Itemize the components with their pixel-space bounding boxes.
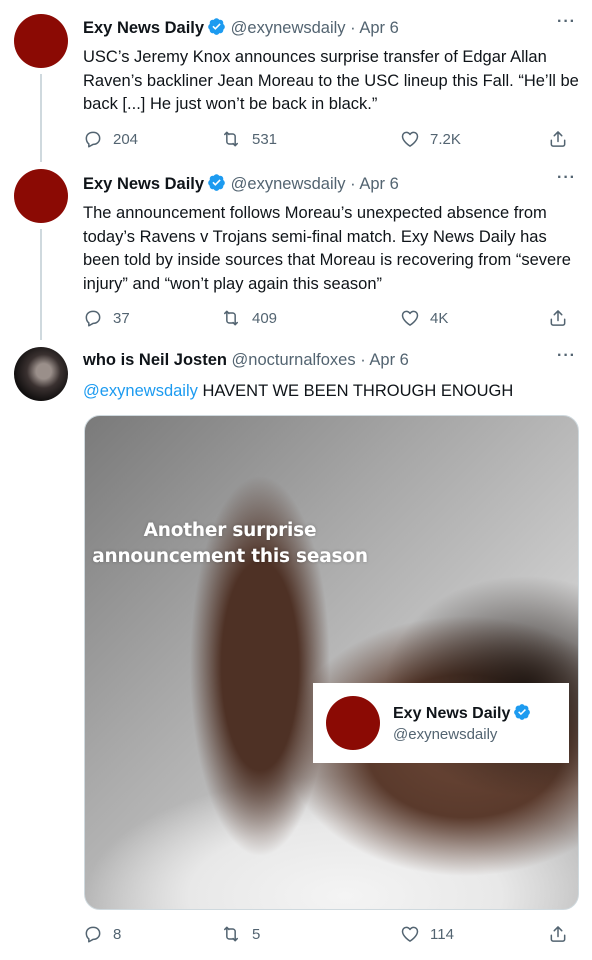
author-name[interactable]: Exy News Daily xyxy=(83,175,204,193)
meme-caption: Another surprise announcement this seaso… xyxy=(92,520,368,567)
tweet-media-image[interactable]: Another surprise announcement this seaso… xyxy=(84,415,579,910)
retweet-icon xyxy=(224,310,238,326)
like-count: 4K xyxy=(430,309,449,327)
tweet-text: USC’s Jeremy Knox announces surprise tra… xyxy=(83,46,581,117)
share-icon xyxy=(550,926,566,942)
author-handle[interactable]: @exynewsdaily xyxy=(231,19,346,37)
tweet-text: @exynewsdaily HAVENT WE BEEN THROUGH ENO… xyxy=(83,380,581,404)
retweet-button[interactable]: 5 xyxy=(220,924,260,944)
verified-badge-icon xyxy=(207,17,226,41)
reply-button[interactable]: 37 xyxy=(83,308,130,328)
author-name[interactable]: who is Neil Josten xyxy=(83,351,227,369)
more-icon[interactable]: ··· xyxy=(557,169,576,187)
tweet-text-content: HAVENT WE BEEN THROUGH ENOUGH xyxy=(197,382,514,400)
card-handle: @exynewsdaily xyxy=(393,726,498,743)
like-count: 114 xyxy=(430,925,454,943)
tweet-actions: 8 5 114 xyxy=(83,924,578,948)
more-icon[interactable]: ··· xyxy=(557,347,576,365)
avatar[interactable] xyxy=(14,347,68,401)
tweet-2[interactable]: Exy News Daily @exynewsdaily · Apr 6 ···… xyxy=(0,162,592,340)
like-count: 7.2K xyxy=(430,130,461,148)
tweet-text-content: The announcement follows Moreau’s unexpe… xyxy=(83,204,571,293)
tweet-header: Exy News Daily @exynewsdaily · Apr 6 xyxy=(83,173,572,193)
reply-count: 8 xyxy=(113,925,122,943)
heart-icon xyxy=(401,926,419,942)
mention-link[interactable]: @exynewsdaily xyxy=(83,382,198,400)
separator-dot: · xyxy=(350,175,356,193)
heart-icon xyxy=(401,131,419,147)
thread-connector xyxy=(40,229,42,340)
tweet-actions: 37 409 4K xyxy=(83,308,578,332)
tweet-date[interactable]: Apr 6 xyxy=(369,351,408,369)
card-avatar xyxy=(326,696,380,750)
share-button[interactable] xyxy=(548,924,578,944)
reply-icon xyxy=(85,310,101,327)
thread-connector xyxy=(40,74,42,162)
reply-icon xyxy=(85,926,101,943)
reply-count: 37 xyxy=(113,309,130,327)
meme-profile-card: Exy News Daily @exynewsdaily xyxy=(313,683,569,763)
verified-badge-icon xyxy=(207,173,226,197)
separator-dot: · xyxy=(360,351,366,369)
retweet-count: 409 xyxy=(252,309,278,327)
avatar[interactable] xyxy=(14,169,68,223)
retweet-count: 5 xyxy=(252,925,261,943)
tweet-1[interactable]: Exy News Daily @exynewsdaily · Apr 6 ···… xyxy=(0,0,592,162)
like-button[interactable]: 4K xyxy=(400,308,448,328)
tweet-actions: 204 531 7.2K xyxy=(83,129,578,153)
tweet-date[interactable]: Apr 6 xyxy=(359,175,398,193)
reply-button[interactable]: 8 xyxy=(83,924,121,944)
tweet-text-content: USC’s Jeremy Knox announces surprise tra… xyxy=(83,48,579,113)
separator-dot: · xyxy=(350,19,356,37)
share-icon xyxy=(550,131,566,147)
reply-button[interactable]: 204 xyxy=(83,129,138,149)
tweet-text: The announcement follows Moreau’s unexpe… xyxy=(83,202,581,296)
share-button[interactable] xyxy=(548,308,578,328)
avatar[interactable] xyxy=(14,14,68,68)
share-button[interactable] xyxy=(548,129,578,149)
retweet-button[interactable]: 409 xyxy=(220,308,277,328)
reply-icon xyxy=(85,131,101,148)
retweet-count: 531 xyxy=(252,130,278,148)
card-name-text: Exy News Daily xyxy=(393,705,511,722)
reply-count: 204 xyxy=(113,130,139,148)
verified-badge-icon xyxy=(513,703,531,726)
author-handle[interactable]: @exynewsdaily xyxy=(231,175,346,193)
tweet-date[interactable]: Apr 6 xyxy=(359,19,398,37)
card-name: Exy News Daily xyxy=(393,703,531,726)
heart-icon xyxy=(401,310,419,326)
like-button[interactable]: 7.2K xyxy=(400,129,461,149)
retweet-icon xyxy=(224,131,238,147)
share-icon xyxy=(550,310,566,326)
like-button[interactable]: 114 xyxy=(400,924,454,944)
author-handle[interactable]: @nocturnalfoxes xyxy=(232,351,356,369)
retweet-icon xyxy=(224,926,238,942)
retweet-button[interactable]: 531 xyxy=(220,129,277,149)
more-icon[interactable]: ··· xyxy=(557,13,576,31)
tweet-header: who is Neil Josten @nocturnalfoxes · Apr… xyxy=(83,351,572,371)
author-name[interactable]: Exy News Daily xyxy=(83,19,204,37)
tweet-header: Exy News Daily @exynewsdaily · Apr 6 xyxy=(83,17,572,37)
